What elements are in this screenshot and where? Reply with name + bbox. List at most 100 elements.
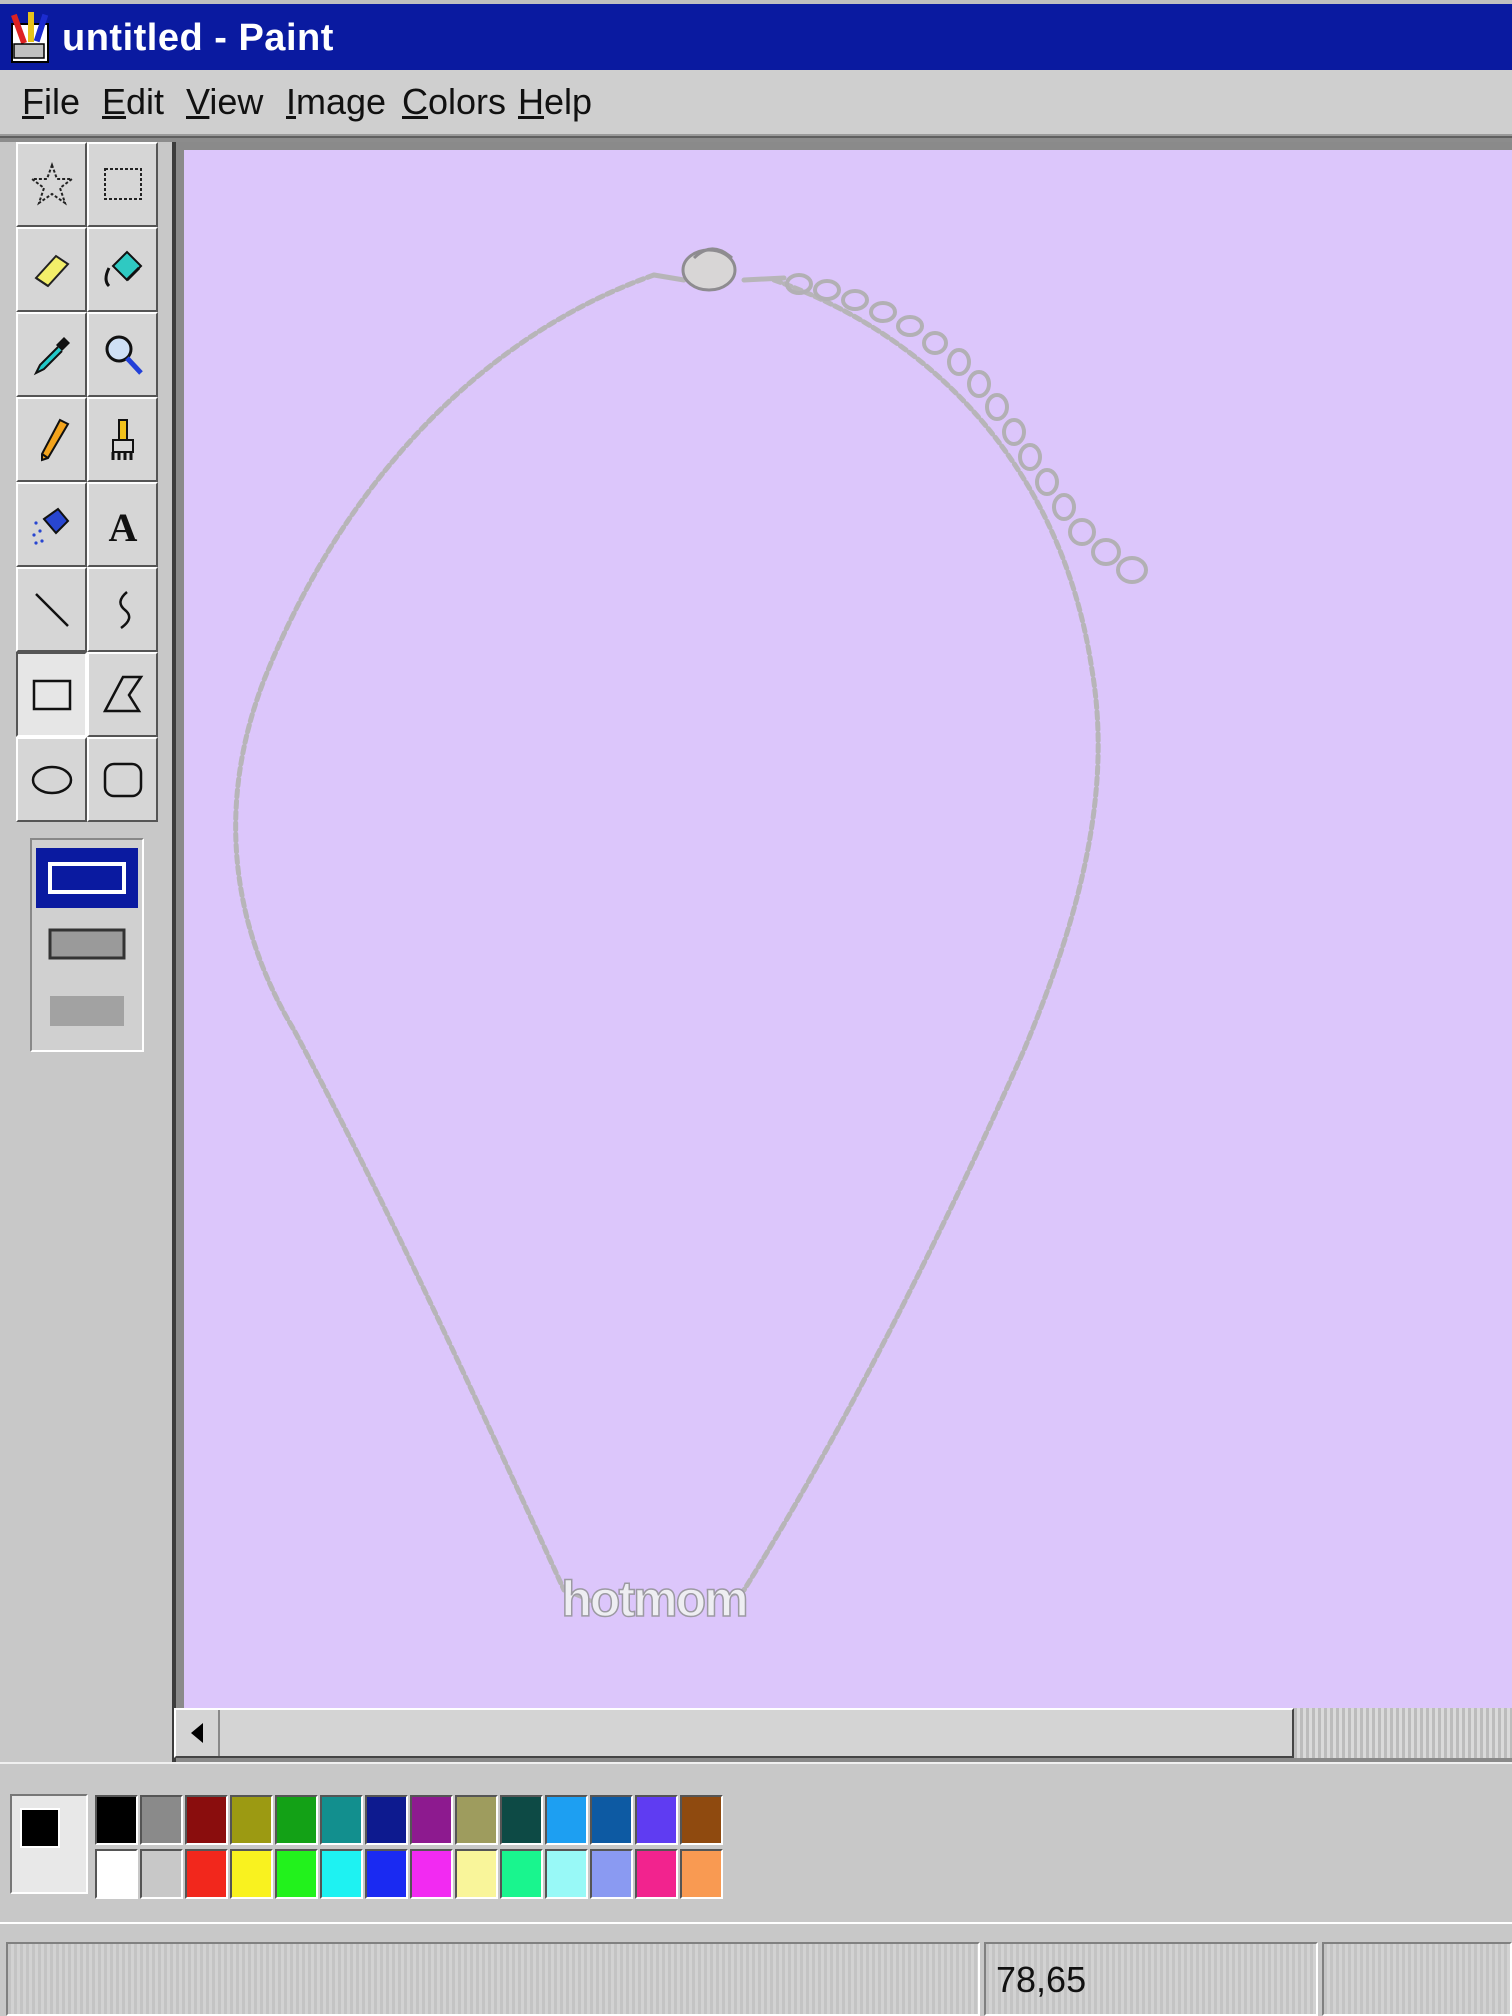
tool-rectangle[interactable] bbox=[16, 652, 87, 737]
palette-swatch[interactable] bbox=[545, 1849, 588, 1899]
palette-swatch[interactable] bbox=[410, 1849, 453, 1899]
scroll-left-arrow-icon bbox=[191, 1723, 203, 1743]
menu-help-label: elp bbox=[544, 81, 593, 122]
current-colors[interactable] bbox=[10, 1794, 88, 1894]
menu-bar: File Edit View Image Colors Help bbox=[0, 70, 1512, 136]
palette-swatch[interactable] bbox=[365, 1795, 408, 1845]
palette-swatch[interactable] bbox=[185, 1849, 228, 1899]
tool-line[interactable] bbox=[16, 567, 87, 652]
text-icon: A bbox=[108, 505, 137, 549]
outline-fill-rect-icon bbox=[48, 928, 126, 960]
menu-colors[interactable]: Colors bbox=[402, 82, 506, 122]
horizontal-scrollbar[interactable] bbox=[174, 1708, 1294, 1758]
palette-swatch[interactable] bbox=[185, 1795, 228, 1845]
menu-help[interactable]: Help bbox=[518, 82, 592, 122]
fill-option-outline-fill[interactable] bbox=[36, 914, 138, 974]
menu-colors-accel: C bbox=[402, 81, 428, 122]
airbrush-icon bbox=[31, 507, 69, 545]
canvas-area: hotmom bbox=[172, 142, 1512, 1762]
pencil-icon bbox=[40, 418, 69, 461]
palette-swatch[interactable] bbox=[590, 1849, 633, 1899]
palette-swatch[interactable] bbox=[275, 1795, 318, 1845]
menu-edit[interactable]: Edit bbox=[102, 82, 164, 122]
tool-fill[interactable] bbox=[87, 227, 158, 312]
status-size-cell bbox=[1322, 1942, 1512, 2016]
palette-swatch[interactable] bbox=[140, 1849, 183, 1899]
outline-rect-icon bbox=[48, 862, 126, 894]
palette-swatches bbox=[94, 1794, 724, 1902]
clasp-icon bbox=[681, 247, 737, 292]
palette-swatch[interactable] bbox=[455, 1795, 498, 1845]
filled-rect-icon bbox=[50, 996, 124, 1026]
tool-airbrush[interactable] bbox=[16, 482, 87, 567]
tool-select[interactable] bbox=[87, 142, 158, 227]
menu-file[interactable]: File bbox=[22, 82, 80, 122]
curve-icon bbox=[118, 590, 130, 629]
tool-polygon[interactable] bbox=[87, 652, 158, 737]
toolbox: A bbox=[0, 142, 170, 1762]
menu-colors-label: olors bbox=[428, 81, 507, 122]
palette-swatch[interactable] bbox=[95, 1849, 138, 1899]
drawing-canvas[interactable]: hotmom bbox=[184, 150, 1512, 1710]
palette-swatch[interactable] bbox=[455, 1849, 498, 1899]
palette-swatch[interactable] bbox=[140, 1795, 183, 1845]
palette-swatch[interactable] bbox=[320, 1795, 363, 1845]
palette-swatch[interactable] bbox=[365, 1849, 408, 1899]
scrollbar-track[interactable] bbox=[1294, 1708, 1512, 1758]
palette-swatch[interactable] bbox=[680, 1795, 723, 1845]
fill-option-outline[interactable] bbox=[36, 848, 138, 908]
menu-view[interactable]: View bbox=[186, 82, 263, 122]
menu-edit-label: dit bbox=[126, 81, 165, 122]
star-select-icon bbox=[28, 161, 75, 206]
status-bar: 78,65 bbox=[0, 1922, 1512, 2016]
tool-pencil[interactable] bbox=[16, 397, 87, 482]
tool-magnifier[interactable] bbox=[87, 312, 158, 397]
scroll-left-button[interactable] bbox=[176, 1710, 220, 1756]
tool-curve[interactable] bbox=[87, 567, 158, 652]
ellipse-icon bbox=[31, 765, 72, 794]
tool-free-form-select[interactable] bbox=[16, 142, 87, 227]
paint-app-icon bbox=[11, 12, 49, 63]
palette-swatch[interactable] bbox=[635, 1849, 678, 1899]
palette-swatch[interactable] bbox=[635, 1795, 678, 1845]
fill-option-fill[interactable] bbox=[36, 980, 138, 1040]
palette-swatch[interactable] bbox=[545, 1795, 588, 1845]
tool-grid: A bbox=[16, 142, 158, 822]
menu-view-label: iew bbox=[209, 81, 264, 122]
tool-ellipse[interactable] bbox=[16, 737, 87, 822]
color-palette bbox=[0, 1762, 1512, 1922]
menu-image-label: mage bbox=[296, 81, 387, 122]
palette-swatch[interactable] bbox=[590, 1795, 633, 1845]
menu-view-accel: V bbox=[186, 81, 210, 122]
brush-icon bbox=[111, 418, 134, 460]
text-icon-glyph: A bbox=[108, 505, 137, 549]
palette-swatch[interactable] bbox=[320, 1849, 363, 1899]
window-title: untitled - Paint bbox=[62, 17, 334, 59]
menu-file-accel: F bbox=[22, 81, 44, 122]
necklace-image: hotmom bbox=[233, 247, 1148, 1628]
palette-swatch[interactable] bbox=[230, 1849, 273, 1899]
rect-select-icon bbox=[103, 167, 142, 200]
tool-brush[interactable] bbox=[87, 397, 158, 482]
menu-file-label: ile bbox=[44, 81, 81, 122]
status-help-cell bbox=[6, 1942, 980, 2016]
paint-bucket-icon bbox=[104, 250, 142, 287]
cursor-coordinates: 78,65 bbox=[996, 1959, 1087, 2000]
palette-swatch[interactable] bbox=[500, 1795, 543, 1845]
fill-style-options bbox=[30, 838, 144, 1052]
palette-swatch[interactable] bbox=[275, 1849, 318, 1899]
palette-swatch[interactable] bbox=[680, 1849, 723, 1899]
eraser-icon bbox=[33, 254, 70, 287]
menu-image[interactable]: Image bbox=[286, 82, 386, 122]
tool-eraser[interactable] bbox=[16, 227, 87, 312]
tool-pick-color[interactable] bbox=[16, 312, 87, 397]
tool-text[interactable]: A bbox=[87, 482, 158, 567]
palette-swatch[interactable] bbox=[500, 1849, 543, 1899]
magnifier-icon bbox=[105, 335, 143, 375]
palette-swatch[interactable] bbox=[230, 1795, 273, 1845]
tool-rounded-rectangle[interactable] bbox=[87, 737, 158, 822]
palette-swatch[interactable] bbox=[95, 1795, 138, 1845]
polygon-icon bbox=[102, 675, 143, 712]
palette-swatch[interactable] bbox=[410, 1795, 453, 1845]
menu-help-accel: H bbox=[518, 81, 544, 122]
